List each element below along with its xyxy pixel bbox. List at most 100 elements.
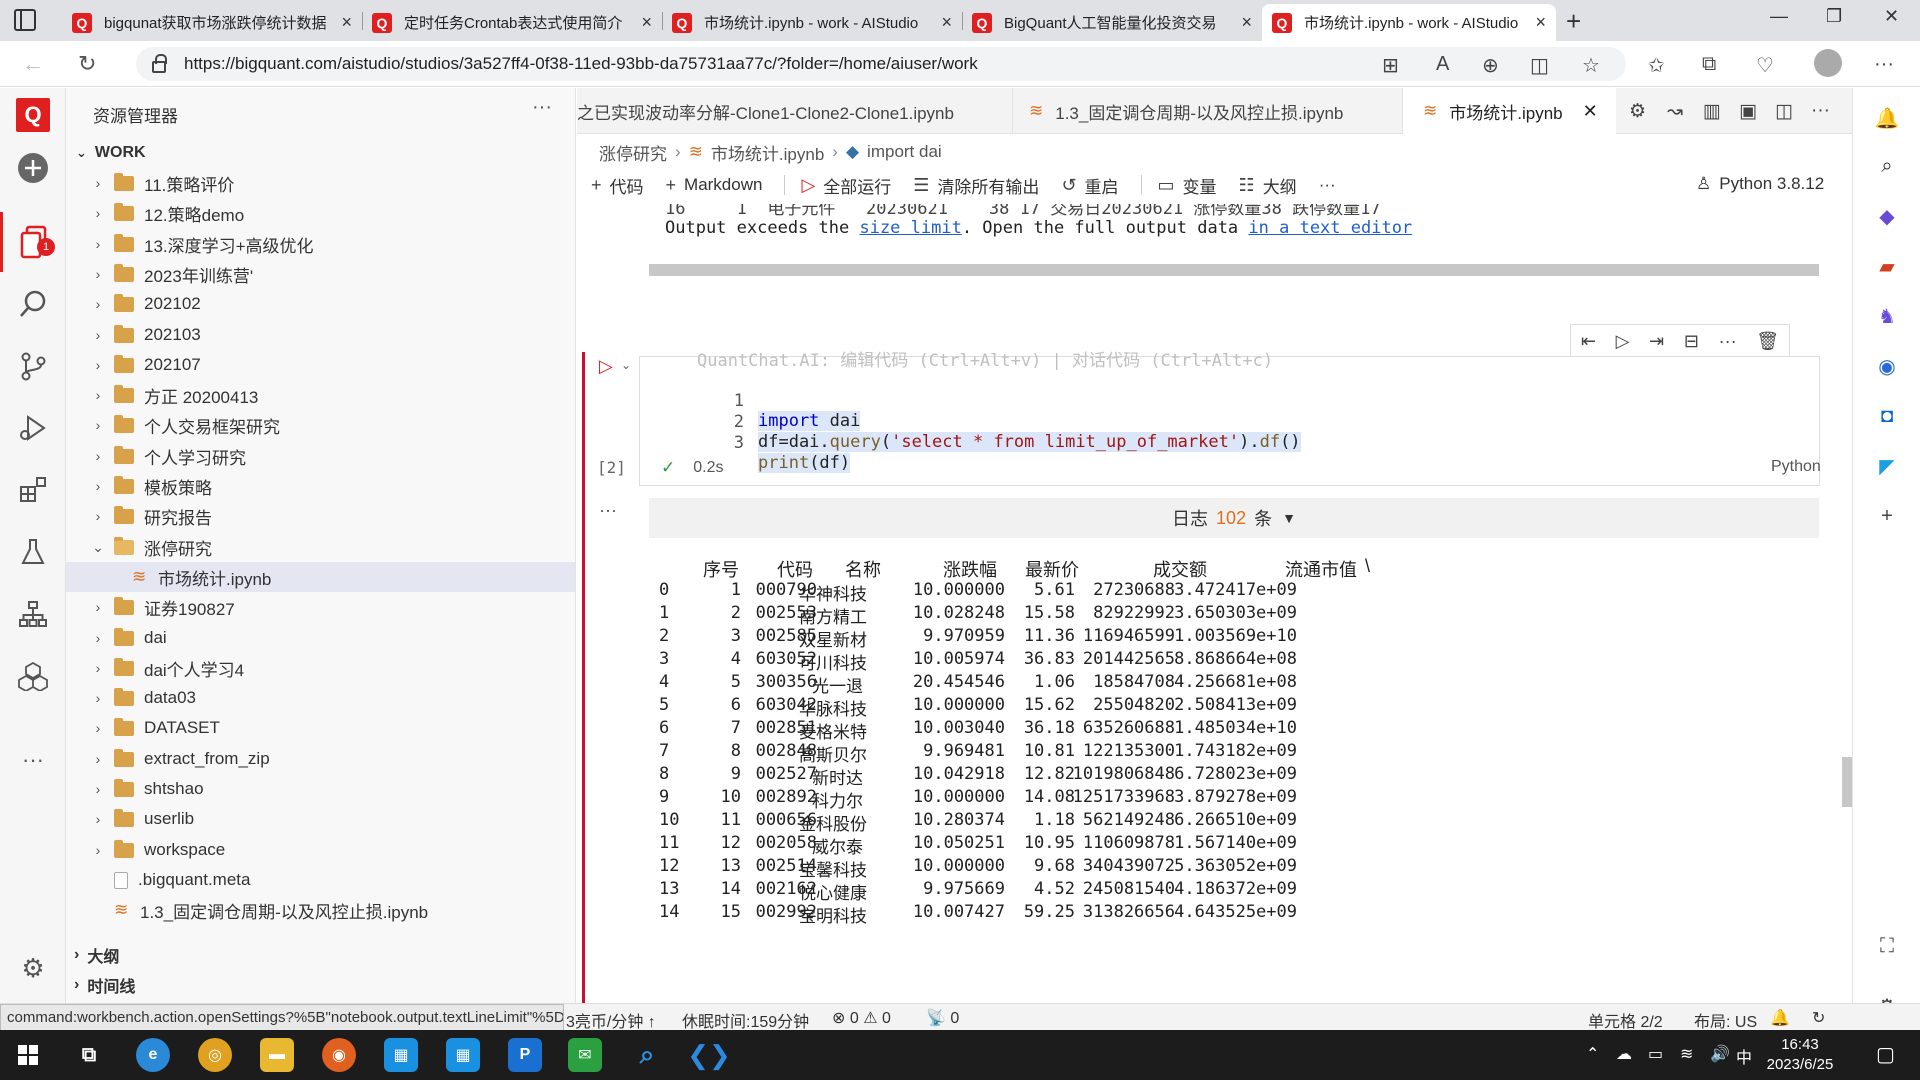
packages-icon[interactable] xyxy=(13,656,53,696)
collections-icon[interactable]: ⧉ xyxy=(1702,53,1716,76)
tree-item[interactable]: › 202102 xyxy=(66,289,575,319)
outline-button[interactable]: ☷ 大纲 xyxy=(1239,173,1297,198)
workspace-root[interactable]: ⌄ WORK xyxy=(66,140,575,166)
problems-status[interactable]: ⊗ 0 ⚠ 0 xyxy=(832,1008,891,1028)
add-icon[interactable]: + xyxy=(1873,502,1901,530)
log-header[interactable]: 日志 102 条 ▼ xyxy=(649,498,1819,538)
chevron-up-icon[interactable]: ⌃ xyxy=(1586,1044,1599,1064)
run-debug-icon[interactable] xyxy=(13,408,53,448)
horizontal-scrollbar[interactable] xyxy=(649,264,1819,276)
tree-item[interactable]: › dai个人学习4 xyxy=(66,653,575,683)
tree-item[interactable]: › 13.深度学习+高级优化 xyxy=(66,229,575,259)
tree-item[interactable]: › 个人交易框架研究 xyxy=(66,410,575,440)
extensions-icon[interactable] xyxy=(13,470,53,510)
tree-item[interactable]: › 2023年训练营' xyxy=(66,259,575,289)
tree-item[interactable]: ≋ 1.3_固定调仓周期-以及风控止损.ipynb xyxy=(66,895,575,925)
tree-item[interactable]: › workspace xyxy=(66,835,575,865)
wechat-icon[interactable]: ✉ xyxy=(568,1038,602,1072)
chart-bars-icon[interactable]: ▥ xyxy=(1703,100,1721,123)
task-view-icon[interactable]: ⧉ xyxy=(72,1038,106,1072)
output-more-icon[interactable]: ··· xyxy=(599,500,617,521)
browser-tab-4[interactable]: Q BigQuant人工智能量化投资交易 × xyxy=(962,4,1262,41)
tree-item[interactable]: › 模板策略 xyxy=(66,471,575,501)
file-explorer-icon[interactable]: ▬ xyxy=(260,1038,294,1072)
p-app-icon[interactable]: P xyxy=(508,1038,542,1072)
tree-item[interactable]: ⌄ 涨停研究 xyxy=(66,532,575,562)
feedback-icon[interactable]: ↻ xyxy=(1812,1008,1825,1028)
hierarchy-icon[interactable] xyxy=(13,594,53,634)
new-tab-icon[interactable]: + xyxy=(1566,6,1581,37)
close-tab-icon[interactable]: × xyxy=(1535,12,1546,33)
shopping-tag-icon[interactable]: ◆ xyxy=(1873,202,1901,230)
add-circle-icon[interactable] xyxy=(13,148,53,188)
favorite-star-icon[interactable]: ☆ xyxy=(1582,53,1600,78)
close-tab-icon[interactable]: × xyxy=(941,12,952,33)
cell-more-icon[interactable]: ··· xyxy=(1719,331,1737,352)
url-bar[interactable]: https://bigquant.com/aistudio/studios/3a… xyxy=(136,47,1626,81)
run-cell-icon[interactable]: ▷ xyxy=(599,356,613,377)
back-icon[interactable]: ← xyxy=(22,51,44,77)
zoom-icon[interactable]: ⊕ xyxy=(1482,53,1499,78)
kernel-picker[interactable]: ♙ Python 3.8.12 xyxy=(1696,174,1824,194)
close-tab-icon[interactable]: × xyxy=(341,12,352,33)
add-code-cell-button[interactable]: + 代码 xyxy=(591,173,644,198)
browser-tab-5-active[interactable]: Q 市场统计.ipynb - work - AIStudio × xyxy=(1262,4,1556,41)
screenshot-icon[interactable]: ⛶ xyxy=(1873,932,1901,960)
vertical-scrollbar[interactable] xyxy=(1842,757,1852,807)
source-control-icon[interactable] xyxy=(13,346,53,386)
search-icon[interactable]: ⌕ xyxy=(1873,152,1901,180)
tree-item[interactable]: › extract_from_zip xyxy=(66,744,575,774)
tree-item[interactable]: › 证券190827 xyxy=(66,592,575,622)
tree-item[interactable]: › 202103 xyxy=(66,320,575,350)
run-all-button[interactable]: ▷ 全部运行 xyxy=(801,173,891,198)
notification-bell-icon[interactable]: 🔔 xyxy=(1770,1008,1790,1028)
games-icon[interactable]: ♞ xyxy=(1873,302,1901,330)
outline-section[interactable]: › 大纲 xyxy=(66,941,575,969)
code-text[interactable]: print(df) xyxy=(758,453,851,473)
tree-item[interactable]: › data03 xyxy=(66,683,575,713)
browser-tab-3[interactable]: Q 市场统计.ipynb - work - AIStudio × xyxy=(662,4,962,41)
tree-item[interactable]: › 11.策略评价 xyxy=(66,168,575,198)
tree-item[interactable]: › DATASET xyxy=(66,713,575,743)
tree-item[interactable]: › userlib xyxy=(66,804,575,834)
split-screen-icon[interactable]: ◫ xyxy=(1530,53,1549,78)
url-text[interactable]: https://bigquant.com/aistudio/studios/3a… xyxy=(184,54,978,74)
vscode-icon[interactable]: ❮❯ xyxy=(687,1038,731,1072)
chevron-down-icon[interactable]: ⌄ xyxy=(621,358,631,372)
execute-above-icon[interactable]: ⇤ xyxy=(1581,331,1596,352)
delete-cell-icon[interactable]: 🗑 xyxy=(1756,331,1779,352)
tab-actions-icon[interactable] xyxy=(14,9,36,31)
restart-button[interactable]: ↺ 重启 xyxy=(1061,173,1118,198)
close-tab-icon[interactable]: × xyxy=(1241,12,1252,33)
close-window-icon[interactable]: ✕ xyxy=(1884,6,1899,27)
explorer-icon[interactable]: 1 xyxy=(0,212,66,272)
ports-status[interactable]: 📡 0 xyxy=(926,1008,959,1028)
tree-item[interactable]: › 12.策略demo xyxy=(66,198,575,228)
size-limit-link[interactable]: size limit xyxy=(859,218,961,238)
trading-app-icon[interactable]: ▦ xyxy=(446,1038,480,1072)
battery-icon[interactable]: ▭ xyxy=(1648,1044,1663,1064)
keyboard-layout-status[interactable]: 布局: US xyxy=(1694,1008,1757,1032)
editor-more-icon[interactable]: ··· xyxy=(1811,100,1830,122)
code-cell-editor[interactable]: 1 import dai 2 df=dai.query('select * fr… xyxy=(639,356,1820,486)
flask-icon[interactable] xyxy=(13,532,53,572)
app-available-icon[interactable]: ⊞ xyxy=(1382,53,1399,78)
tree-item[interactable]: ≋ 市场统计.ipynb xyxy=(66,562,575,592)
editor-tab-3-active[interactable]: ≋ 市场统计.ipynb ✕ xyxy=(1403,88,1616,134)
search-app-icon[interactable]: ⌕ xyxy=(630,1038,664,1072)
execute-cell-icon[interactable]: ▷ xyxy=(1616,331,1630,352)
restore-icon[interactable]: ❐ xyxy=(1826,6,1842,27)
volume-icon[interactable]: 🔊 xyxy=(1710,1044,1730,1064)
edge-browser-icon[interactable]: e xyxy=(136,1038,170,1072)
cell-language[interactable]: Python xyxy=(1771,458,1821,476)
windows-start-icon[interactable] xyxy=(18,1045,38,1065)
tree-item[interactable]: › 个人学习研究 xyxy=(66,441,575,471)
rate-status[interactable]: 3亮币/分钟 ↑ xyxy=(566,1008,656,1032)
extensions-icon[interactable]: ♡ xyxy=(1756,53,1774,78)
tree-item[interactable]: › 研究报告 xyxy=(66,501,575,531)
system-clock[interactable]: 16:43 2023/6/25 xyxy=(1750,1035,1850,1075)
microsoft365-icon[interactable]: ◉ xyxy=(1873,352,1901,380)
split-editor-icon[interactable]: ◫ xyxy=(1775,100,1793,123)
code-text[interactable]: df=dai.query('select * from limit_up_of_… xyxy=(758,432,1301,452)
diff-icon[interactable]: ▣ xyxy=(1739,100,1757,123)
